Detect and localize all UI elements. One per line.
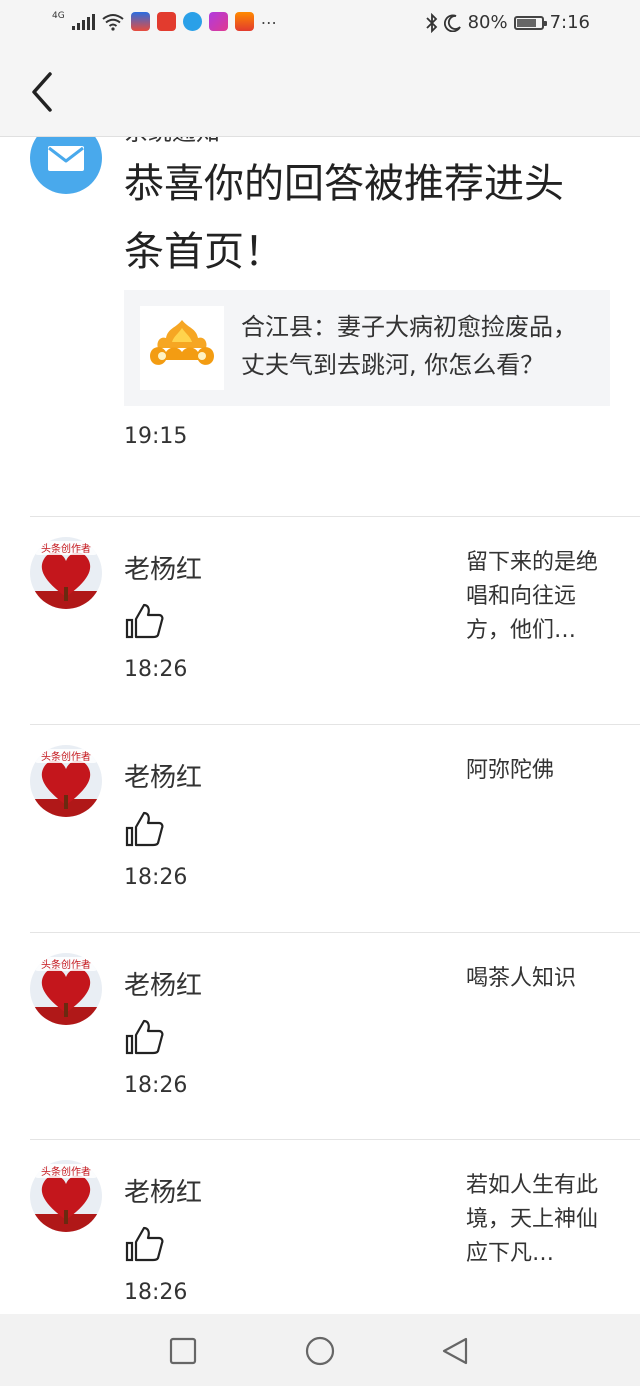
- circle-icon: [305, 1336, 335, 1366]
- like-icon[interactable]: [124, 809, 164, 849]
- wifi-icon: [102, 13, 124, 31]
- network-type: 4G: [52, 10, 65, 21]
- more-notifications: …: [260, 9, 278, 28]
- quoted-content[interactable]: 喝茶人知识: [466, 962, 612, 996]
- quoted-content[interactable]: 若如人生有此境，天上神仙应下凡…: [466, 1169, 612, 1271]
- home-button[interactable]: [303, 1334, 337, 1368]
- bluetooth-icon: [425, 12, 437, 33]
- battery-icon: [513, 15, 547, 30]
- back-button[interactable]: [24, 68, 64, 116]
- app-icon: [234, 12, 254, 31]
- list-item[interactable]: 头条创作者 老杨红 18:26 若如人生有此境，天上神仙应下凡…: [0, 1140, 640, 1314]
- clock: 7:16: [549, 12, 590, 33]
- message-time: 18:26: [124, 865, 188, 890]
- user-name[interactable]: 老杨红: [124, 549, 202, 586]
- status-bar: 4G … 80% 7:16: [0, 0, 640, 48]
- user-name[interactable]: 老杨红: [124, 965, 202, 1002]
- like-icon[interactable]: [124, 601, 164, 641]
- user-name[interactable]: 老杨红: [124, 1172, 202, 1209]
- quoted-content[interactable]: 阿弥陀佛: [466, 754, 612, 788]
- message-time: 18:26: [124, 1073, 188, 1098]
- news-thumbnail: [140, 306, 224, 390]
- notice-title: 恭喜你的回答被推荐进头条首页！: [124, 161, 564, 275]
- avatar-badge-text: 头条创作者: [41, 1165, 91, 1178]
- moon-icon: [443, 14, 461, 32]
- battery-percent: 80%: [467, 12, 508, 33]
- sender-name: 系统通知: [124, 136, 220, 147]
- chevron-left-icon: [32, 72, 52, 112]
- like-icon[interactable]: [124, 1017, 164, 1057]
- avatar[interactable]: 头条创作者: [30, 953, 102, 1025]
- system-back-button[interactable]: [438, 1334, 472, 1368]
- avatar[interactable]: 头条创作者: [30, 745, 102, 817]
- news-title: 合江县：妻子大病初愈捡废品，丈夫气到去跳河, 你怎么看？: [241, 313, 577, 379]
- nav-bar: [0, 48, 640, 137]
- square-icon: [169, 1337, 197, 1365]
- avatar-badge-text: 头条创作者: [41, 958, 91, 971]
- status-left: 4G …: [52, 9, 278, 31]
- list-item[interactable]: 头条创作者 老杨红 18:26 留下来的是绝唱和向往远方，他们…: [0, 517, 640, 724]
- message-time: 18:26: [124, 657, 188, 682]
- quoted-content[interactable]: 留下来的是绝唱和向往远方，他们…: [466, 546, 612, 648]
- app-icon: [156, 12, 176, 31]
- news-card[interactable]: 合江县：妻子大病初愈捡废品，丈夫气到去跳河, 你怎么看？: [124, 290, 610, 406]
- notification-list[interactable]: 系统通知 恭喜你的回答被推荐进头条首页！ 合江县：妻子大病初愈捡废品，丈夫气到去…: [0, 136, 640, 1314]
- avatar[interactable]: 头条创作者: [30, 1160, 102, 1232]
- recents-button[interactable]: [166, 1334, 200, 1368]
- mail-icon: [30, 136, 102, 194]
- app-icon: [182, 12, 202, 31]
- list-item[interactable]: 头条创作者 老杨红 18:26 喝茶人知识: [0, 933, 640, 1140]
- avatar-badge-text: 头条创作者: [41, 750, 91, 763]
- notice-time: 19:15: [124, 424, 188, 449]
- list-item[interactable]: 头条创作者 老杨红 18:26 阿弥陀佛: [0, 725, 640, 932]
- signal-icon: [71, 13, 95, 30]
- avatar[interactable]: 头条创作者: [30, 537, 102, 609]
- user-name[interactable]: 老杨红: [124, 757, 202, 794]
- app-icon: [130, 12, 150, 31]
- message-time: 18:26: [124, 1280, 188, 1305]
- triangle-back-icon: [442, 1337, 468, 1365]
- status-right: 80% 7:16: [425, 12, 590, 33]
- system-nav-bar: [0, 1314, 640, 1386]
- like-icon[interactable]: [124, 1224, 164, 1264]
- avatar-badge-text: 头条创作者: [41, 542, 91, 555]
- app-icon: [208, 12, 228, 31]
